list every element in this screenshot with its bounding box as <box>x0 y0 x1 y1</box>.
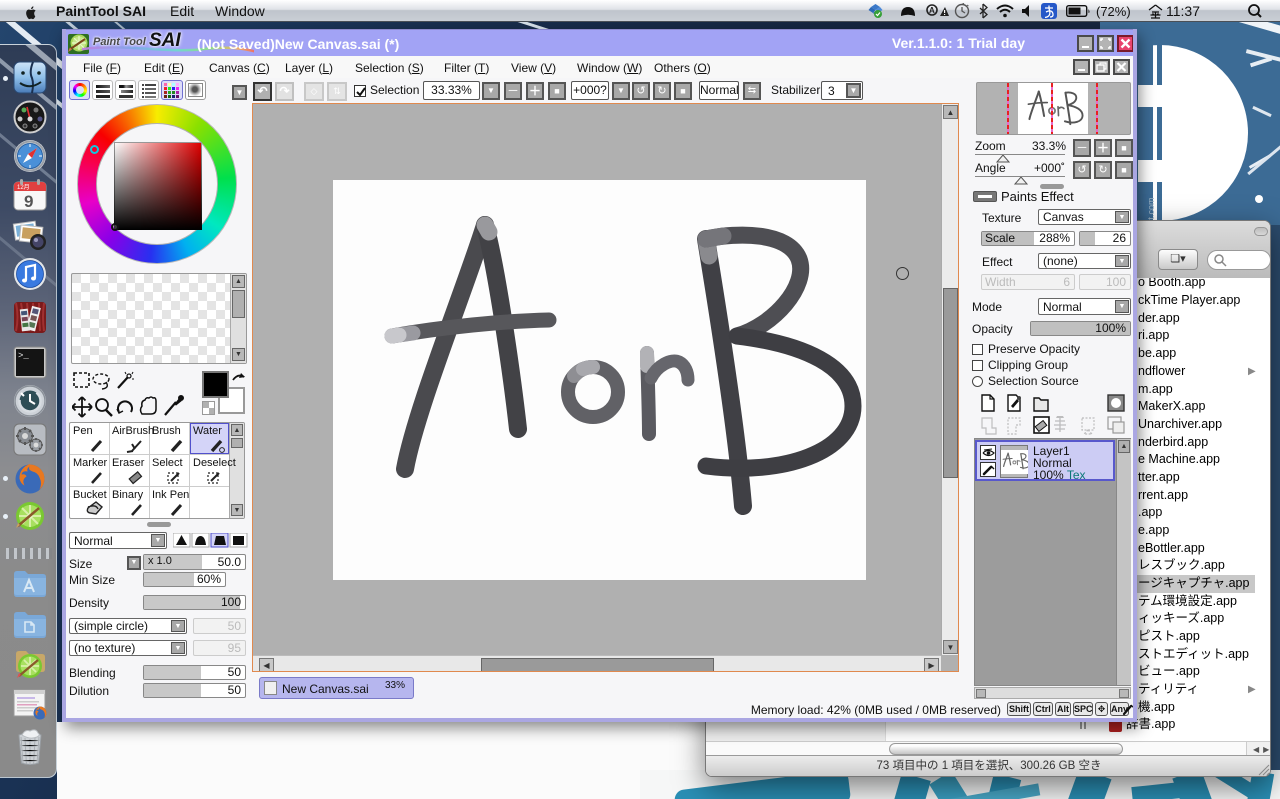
svg-text:>_: >_ <box>18 351 29 361</box>
svg-text:9: 9 <box>24 192 33 211</box>
svg-text:A: A <box>929 6 935 15</box>
svg-text:12月: 12月 <box>17 184 30 191</box>
